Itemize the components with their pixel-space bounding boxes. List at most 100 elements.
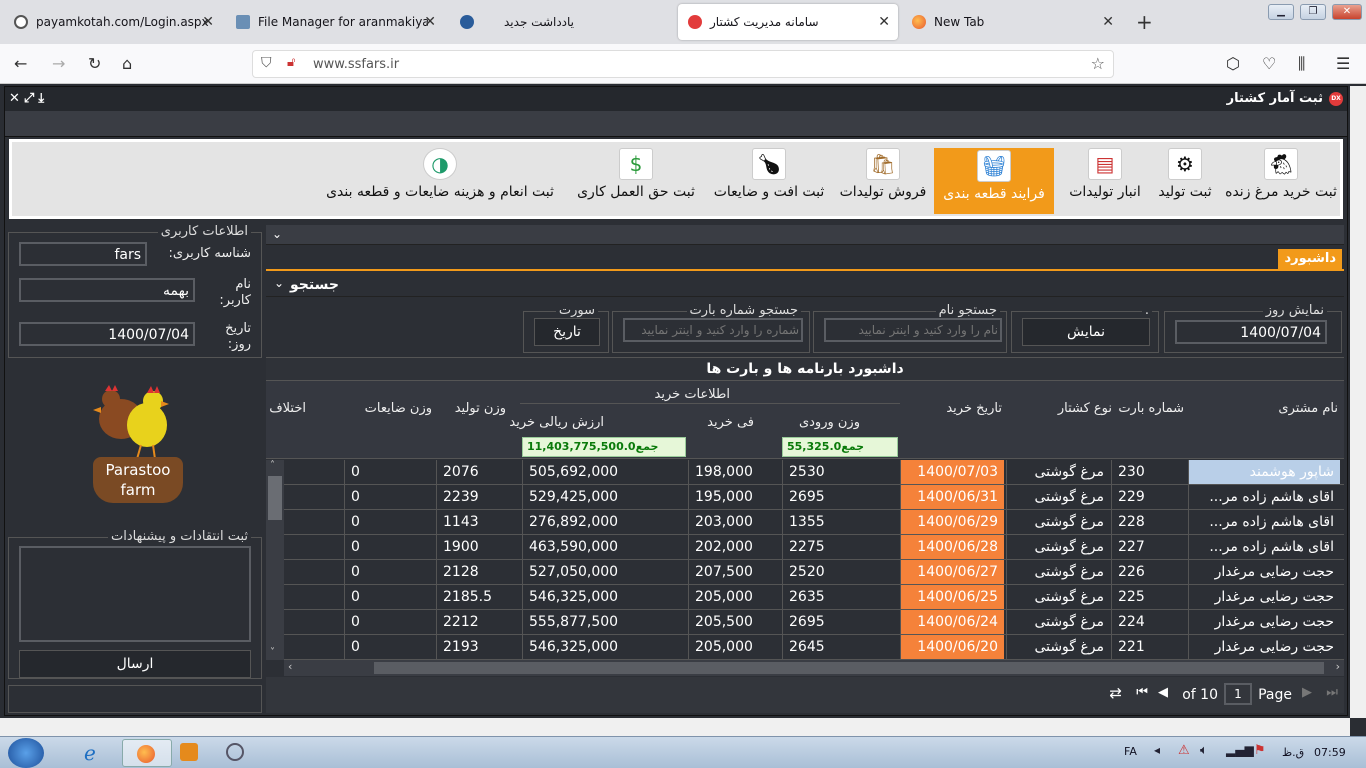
close-window-button[interactable]: ✕ xyxy=(1332,4,1362,20)
table-row[interactable]: شاپور هوشمند 230 مرغ گوشتی 1400/07/03 2530 19… xyxy=(266,460,1344,485)
ribbon-product-sales[interactable]: 🛍︎ فروش تولیدات xyxy=(838,148,928,212)
col-type[interactable]: نوع کشتار xyxy=(1058,401,1112,416)
table-row[interactable]: حجت رضایی مرغدار 225 مرغ گوشتی 1400/06/25 26… xyxy=(266,585,1344,610)
cell-type[interactable]: مرغ گوشتی xyxy=(1006,535,1110,559)
cell-waste-weight[interactable]: 0 xyxy=(344,635,434,659)
close-tab-icon[interactable]: ✕ xyxy=(202,14,214,30)
scroll-down-icon[interactable]: ˅ xyxy=(270,647,275,658)
prev-page-icon[interactable]: ◀ xyxy=(1158,685,1168,700)
cell-rial-value[interactable]: 546,325,000 xyxy=(522,585,686,609)
show-button[interactable]: نمایش xyxy=(1022,318,1150,346)
cell-date[interactable]: 1400/06/25 xyxy=(900,585,1004,609)
start-button[interactable] xyxy=(8,738,44,768)
cell-customer[interactable]: اقای هاشم زاده مر... xyxy=(1188,535,1340,559)
restore-button[interactable]: ❐ xyxy=(1300,4,1326,20)
cell-date[interactable]: 1400/07/03 xyxy=(900,460,1004,484)
scroll-left-icon[interactable]: ‹ xyxy=(288,660,292,673)
ribbon-buy-live-chicken[interactable]: 🐔︎ ثبت خرید مرغ زنده xyxy=(1222,148,1340,212)
cell-type[interactable]: مرغ گوشتی xyxy=(1006,485,1110,509)
close-tab-icon[interactable]: ✕ xyxy=(878,14,890,30)
close-panel-icon[interactable]: ✕ xyxy=(9,91,24,106)
next-page-icon[interactable]: ▶ xyxy=(1302,685,1312,700)
cell-waste-weight[interactable]: 0 xyxy=(344,610,434,634)
table-row[interactable]: اقای هاشم زاده مر... 229 مرغ گوشتی 1400/06/… xyxy=(266,485,1344,510)
cell-customer[interactable]: اقای هاشم زاده مر... xyxy=(1188,485,1340,509)
scroll-thumb[interactable] xyxy=(268,476,282,520)
table-row[interactable]: حجت رضایی مرغدار 226 مرغ گوشتی 1400/06/27 25… xyxy=(266,560,1344,585)
cell-unit-price[interactable]: 205,000 xyxy=(688,635,780,659)
ribbon-tip-waste-cost[interactable]: ◑ ثبت انعام و هزینه ضایعات و قطعه بندی xyxy=(318,148,562,212)
cell-prod-weight[interactable]: 1143 xyxy=(436,510,520,534)
col-diff[interactable]: اختلاف xyxy=(266,401,306,416)
forward-icon[interactable]: → xyxy=(52,54,65,73)
cell-bar-no[interactable]: 229 xyxy=(1111,485,1187,509)
cell-bar-no[interactable]: 225 xyxy=(1111,585,1187,609)
cell-prod-weight[interactable]: 2076 xyxy=(436,460,520,484)
cell-rial-value[interactable]: 529,425,000 xyxy=(522,485,686,509)
page-scrollbar[interactable] xyxy=(1350,86,1366,718)
cell-unit-price[interactable]: 203,000 xyxy=(688,510,780,534)
cell-waste-weight[interactable]: 0 xyxy=(344,535,434,559)
cell-weight-in[interactable]: 2520 xyxy=(782,560,898,584)
last-page-icon[interactable]: ⏭︎ xyxy=(1326,685,1338,700)
cell-type[interactable]: مرغ گوشتی xyxy=(1006,560,1110,584)
cell-unit-price[interactable]: 195,000 xyxy=(688,485,780,509)
cell-weight-in[interactable]: 2645 xyxy=(782,635,898,659)
cell-weight-in[interactable]: 1355 xyxy=(782,510,898,534)
cell-unit-price[interactable]: 202,000 xyxy=(688,535,780,559)
cell-rial-value[interactable]: 276,892,000 xyxy=(522,510,686,534)
download-icon[interactable]: ⤓ xyxy=(38,91,48,106)
col-unit-price[interactable]: فی خرید xyxy=(707,415,754,430)
cell-bar-no[interactable]: 224 xyxy=(1111,610,1187,634)
cell-prod-weight[interactable]: 1900 xyxy=(436,535,520,559)
cell-weight-in[interactable]: 2695 xyxy=(782,485,898,509)
col-date[interactable]: تاریخ خرید xyxy=(946,401,1002,416)
network-icon[interactable]: ▂▄▆ xyxy=(1226,743,1254,757)
cell-weight-in[interactable]: 2275 xyxy=(782,535,898,559)
page-number-input[interactable]: 1 xyxy=(1224,683,1252,705)
bar-search-input[interactable] xyxy=(623,318,803,342)
name-search-input[interactable] xyxy=(824,318,1002,342)
ie-icon[interactable]: ℯ xyxy=(84,741,112,765)
ribbon-product-warehouse[interactable]: ▤ انبار تولیدات xyxy=(1064,148,1146,212)
close-tab-icon[interactable]: ✕ xyxy=(1102,14,1114,30)
back-icon[interactable]: ← xyxy=(14,54,27,73)
cell-unit-price[interactable]: 207,500 xyxy=(688,560,780,584)
cell-customer[interactable]: شاپور هوشمند xyxy=(1188,460,1340,484)
table-row[interactable]: اقای هاشم زاده مر... 228 مرغ گوشتی 1400/06/… xyxy=(266,510,1344,535)
cell-rial-value[interactable]: 546,325,000 xyxy=(522,635,686,659)
tab-payamkotah[interactable]: payamkotah.com/Login.aspx ✕ xyxy=(4,4,222,40)
page-hscrollbar[interactable] xyxy=(0,718,1350,736)
user-date-field[interactable]: 1400/07/04 xyxy=(19,322,195,346)
cell-bar-no[interactable]: 230 xyxy=(1111,460,1187,484)
tab-dashboard[interactable]: داشبورد xyxy=(1278,249,1342,269)
cell-rial-value[interactable]: 463,590,000 xyxy=(522,535,686,559)
feedback-textarea[interactable] xyxy=(19,546,251,642)
cell-customer[interactable]: اقای هاشم زاده مر... xyxy=(1188,510,1340,534)
col-bar-no[interactable]: شماره بارت xyxy=(1118,401,1184,416)
home-icon[interactable]: ⌂ xyxy=(122,54,132,73)
send-button[interactable]: ارسال xyxy=(19,650,251,678)
col-prod-weight[interactable]: وزن تولید xyxy=(455,401,506,416)
table-row[interactable]: حجت رضایی مرغدار 224 مرغ گوشتی 1400/06/24 26… xyxy=(266,610,1344,635)
cell-date[interactable]: 1400/06/28 xyxy=(900,535,1004,559)
cell-unit-price[interactable]: 205,000 xyxy=(688,585,780,609)
cell-prod-weight[interactable]: 2185.5 xyxy=(436,585,520,609)
close-tab-icon[interactable]: ✕ xyxy=(424,14,436,30)
show-day-field[interactable]: 1400/07/04 xyxy=(1175,320,1327,344)
cell-weight-in[interactable]: 2695 xyxy=(782,610,898,634)
cell-rial-value[interactable]: 505,692,000 xyxy=(522,460,686,484)
tab-pinned[interactable] xyxy=(450,4,490,40)
tab-slaughter-management[interactable]: سامانه مدیریت کشتار ✕ xyxy=(678,4,898,40)
hscroll-thumb[interactable] xyxy=(374,662,1324,674)
grid-vertical-scrollbar[interactable]: ˄ ˅ xyxy=(266,460,284,660)
cell-type[interactable]: مرغ گوشتی xyxy=(1006,585,1110,609)
cell-prod-weight[interactable]: 2193 xyxy=(436,635,520,659)
collapse-chevron-icon[interactable]: ⌄ xyxy=(272,227,282,241)
cell-customer[interactable]: حجت رضایی مرغدار xyxy=(1188,635,1340,659)
url-bar[interactable]: ⛉ 🔓︎ www.ssfars.ir ☆ xyxy=(252,50,1114,78)
cell-customer[interactable]: حجت رضایی مرغدار xyxy=(1188,610,1340,634)
ribbon-register-production[interactable]: ⚙︎ ثبت تولید xyxy=(1152,148,1218,212)
table-row[interactable]: اقای هاشم زاده مر... 227 مرغ گوشتی 1400/06/… xyxy=(266,535,1344,560)
ribbon-commission[interactable]: $ ثبت حق العمل کاری xyxy=(572,148,700,212)
